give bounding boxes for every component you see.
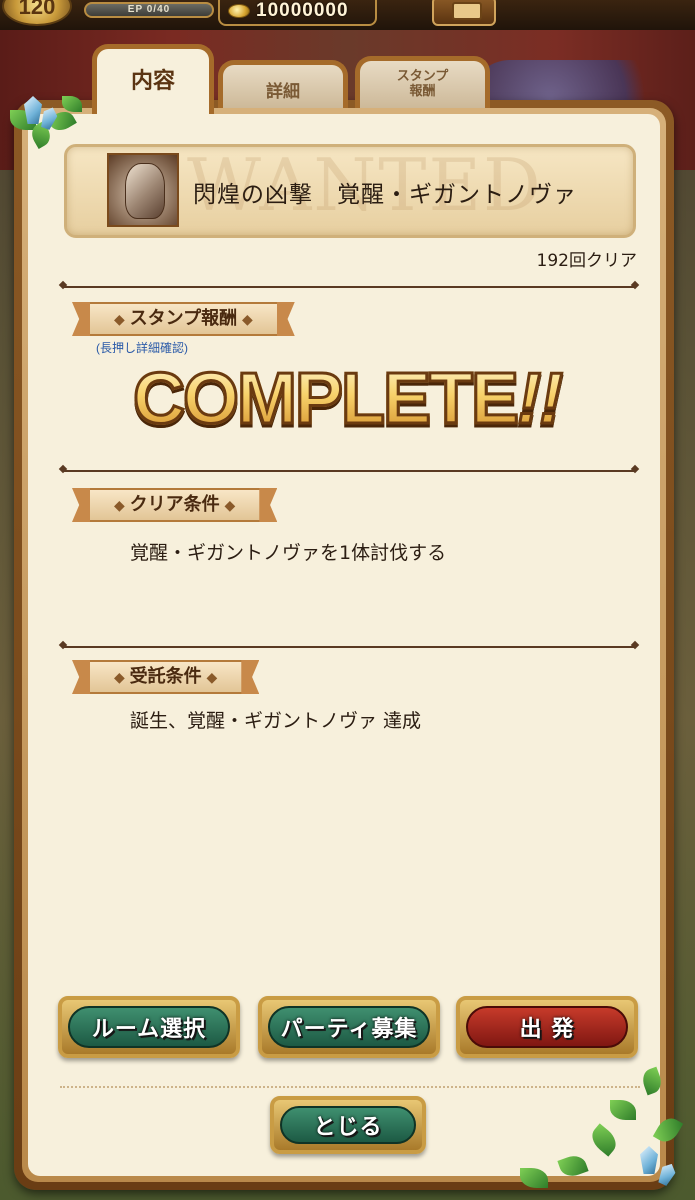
section-divider: [64, 646, 634, 648]
accept-condition-text: 誕生、覚醒・ギガントノヴァ 達成: [130, 710, 422, 732]
tab-stamp-reward-label: スタンプ 報酬: [396, 69, 449, 99]
quest-banner: WANTED 閃煌の凶撃 覚醒・ギガントノヴァ: [64, 144, 636, 238]
quest-title: 閃煌の凶撃 覚醒・ギガントノヴァ: [193, 182, 577, 208]
long-press-hint: (長押し詳細確認): [96, 341, 188, 355]
clear-condition-text: 覚醒・ギガントノヴァを1体討伐する: [130, 542, 447, 564]
party-recruit-button[interactable]: パーティ募集: [258, 996, 440, 1058]
complete-badge[interactable]: COMPLETE!!: [132, 358, 565, 441]
footer-separator: [60, 1086, 640, 1088]
coin-icon: [228, 4, 250, 18]
player-level-badge: 120: [2, 0, 72, 26]
clear-condition-heading: ◆ クリア条件 ◆: [86, 488, 264, 522]
clear-count: 192回クリア: [536, 251, 637, 271]
boss-portrait: [107, 153, 179, 227]
tab-details-label: 詳細: [266, 82, 300, 102]
tab-details[interactable]: 詳細: [218, 60, 348, 108]
tab-content-label: 内容: [130, 69, 175, 94]
ep-label: EP 0/40: [127, 4, 171, 15]
stamp-reward-heading[interactable]: ◆ スタンプ報酬 ◆: [86, 302, 281, 336]
helmet-icon: [125, 163, 165, 219]
tab-content[interactable]: 内容: [92, 44, 214, 114]
section-divider: [64, 470, 634, 472]
tab-stamp-reward[interactable]: スタンプ 報酬: [355, 56, 490, 108]
room-select-button[interactable]: ルーム選択: [58, 996, 240, 1058]
accept-condition-heading: ◆ 受託条件 ◆: [86, 660, 246, 694]
close-button[interactable]: とじる: [270, 1096, 426, 1154]
ep-gauge: EP 0/40: [84, 2, 214, 18]
depart-button[interactable]: 出 発: [456, 996, 638, 1058]
status-bar: 120 EP 0/40 10000000: [0, 0, 695, 30]
money-amount: 10000000: [256, 0, 349, 21]
section-divider: [64, 286, 634, 288]
menu-book-button[interactable]: [432, 0, 496, 26]
